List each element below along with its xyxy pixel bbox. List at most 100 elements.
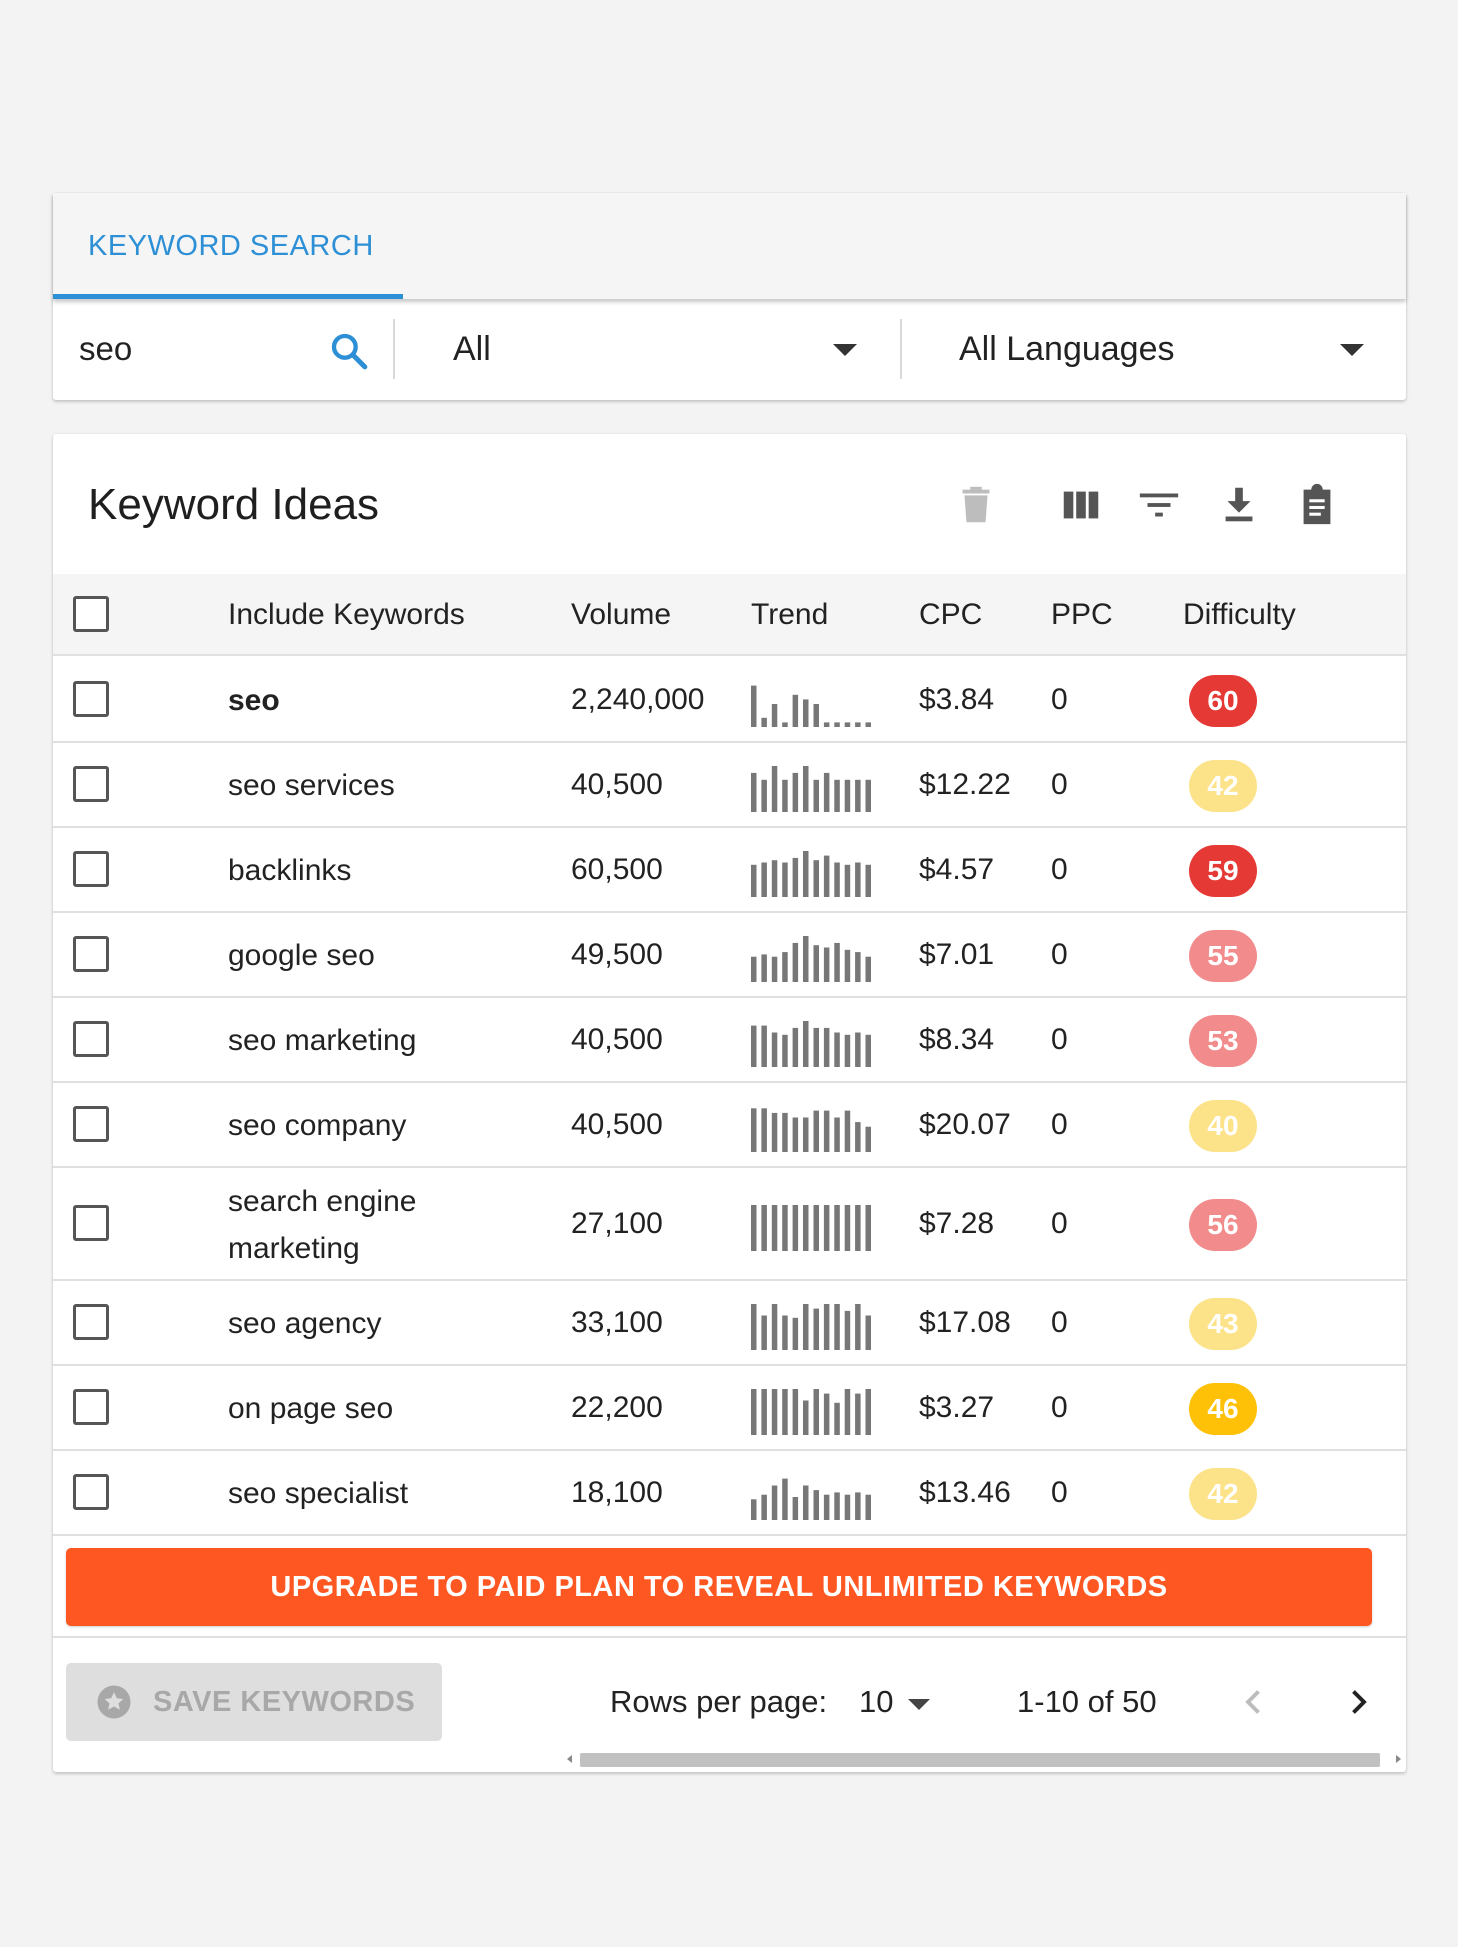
table-row[interactable]: backlinks 60,500 $4.57 0 59 — [53, 828, 1406, 913]
upgrade-button[interactable]: UPGRADE TO PAID PLAN TO REVEAL UNLIMITED… — [66, 1548, 1372, 1626]
row-checkbox[interactable] — [73, 850, 109, 887]
keyword-cell: seo services — [228, 768, 395, 802]
table-row[interactable]: seo services 40,500 $12.22 0 42 — [53, 743, 1406, 828]
table-row[interactable]: seo company 40,500 $20.07 0 40 — [53, 1083, 1406, 1168]
trend-bar — [803, 1400, 809, 1435]
keyword-cell: seo — [228, 683, 280, 717]
trend-bar — [865, 1204, 871, 1251]
difficulty-badge: 59 — [1189, 844, 1257, 897]
keyword-cell: backlinks — [228, 853, 352, 887]
trend-bar — [813, 1489, 819, 1520]
trend-bar — [761, 717, 767, 727]
language-chevron-down-icon[interactable] — [1340, 344, 1364, 356]
column-header-keyword[interactable]: Include Keywords — [228, 574, 465, 656]
row-checkbox[interactable] — [73, 765, 109, 802]
keyword-cell: google seo — [228, 938, 375, 972]
keyword-search-card: KEYWORD SEARCH seo All All Languages — [53, 193, 1406, 400]
trend-bar — [771, 859, 778, 897]
difficulty-badge: 46 — [1189, 1382, 1257, 1435]
keyword-cell: search engine marketing — [228, 1185, 417, 1265]
trend-bar — [813, 779, 819, 812]
column-header-cpc[interactable]: CPC — [919, 574, 982, 656]
trend-bar — [803, 1204, 809, 1251]
tab-active-indicator — [53, 294, 403, 299]
row-checkbox[interactable] — [73, 935, 109, 972]
trend-bar — [823, 1110, 830, 1152]
trend-bar — [823, 855, 830, 897]
table-row[interactable]: google seo 49,500 $7.01 0 55 — [53, 913, 1406, 998]
scroll-left-icon[interactable] — [567, 1755, 572, 1763]
keyword-cell: seo marketing — [228, 1023, 417, 1057]
trend-bar — [761, 1204, 767, 1251]
keyword-cell: seo agency — [228, 1306, 382, 1340]
column-header-trend[interactable]: Trend — [751, 574, 828, 656]
trend-bar — [751, 864, 757, 897]
row-checkbox[interactable] — [73, 1020, 109, 1057]
trend-bar — [823, 1494, 830, 1520]
delete-icon[interactable] — [953, 482, 999, 528]
table-row[interactable]: seo agency 33,100 $17.08 0 43 — [53, 1281, 1406, 1366]
trend-bar — [792, 857, 799, 897]
column-header-ppc[interactable]: PPC — [1051, 574, 1113, 656]
horizontal-scrollbar[interactable] — [564, 1750, 1404, 1768]
next-page-icon[interactable] — [1340, 1684, 1376, 1720]
cpc-cell: $4.57 — [919, 852, 995, 886]
keyword-ideas-card: Keyword Ideas Include Keywords Volume Tr… — [53, 434, 1406, 1772]
trend-bar — [751, 1107, 757, 1152]
row-checkbox[interactable] — [73, 1204, 109, 1241]
table-row[interactable]: on page seo 22,200 $3.27 0 46 — [53, 1366, 1406, 1451]
volume-cell: 40,500 — [571, 767, 663, 801]
trend-bar — [834, 1204, 840, 1251]
ppc-cell: 0 — [1051, 682, 1068, 716]
trend-bar — [782, 1204, 788, 1251]
footer-divider — [53, 1636, 1406, 1638]
trend-bar — [792, 1388, 799, 1435]
row-checkbox[interactable] — [73, 1473, 109, 1510]
volume-cell: 18,100 — [571, 1475, 663, 1509]
trend-bar — [844, 1310, 851, 1350]
select-all-checkbox[interactable] — [73, 596, 109, 632]
download-icon[interactable] — [1216, 482, 1262, 528]
difficulty-badge: 60 — [1189, 674, 1257, 727]
clipboard-icon[interactable] — [1294, 482, 1340, 528]
row-checkbox[interactable] — [73, 1105, 109, 1142]
trend-bar — [834, 721, 840, 727]
tab-keyword-search[interactable]: KEYWORD SEARCH — [53, 193, 403, 299]
trend-bar — [823, 772, 830, 812]
search-icon[interactable] — [329, 331, 369, 371]
table-row[interactable]: seo specialist 18,100 $13.46 0 42 — [53, 1451, 1406, 1536]
trend-bar — [823, 1393, 830, 1435]
trend-sparkline — [751, 1107, 871, 1152]
trend-bar — [761, 1107, 767, 1152]
table-row[interactable]: seo marketing 40,500 $8.34 0 53 — [53, 998, 1406, 1083]
trend-bar — [751, 685, 757, 727]
trend-bar — [834, 1402, 840, 1435]
volume-cell: 27,100 — [571, 1206, 663, 1240]
tab-keyword-search-label: KEYWORD SEARCH — [88, 230, 374, 262]
row-checkbox[interactable] — [73, 1303, 109, 1340]
column-header-difficulty[interactable]: Difficulty — [1183, 574, 1296, 656]
trend-bar — [782, 1112, 788, 1152]
rows-per-page-select[interactable]: 10 — [859, 1663, 893, 1741]
columns-icon[interactable] — [1058, 482, 1104, 528]
trend-sparkline — [751, 685, 871, 727]
scroll-right-icon[interactable] — [1396, 1755, 1401, 1763]
trend-bar — [771, 703, 778, 727]
rows-per-page-chevron-down-icon[interactable] — [908, 1699, 930, 1710]
trend-bar — [751, 772, 757, 812]
trend-bar — [834, 779, 840, 812]
column-header-volume[interactable]: Volume — [571, 574, 671, 656]
table-row[interactable]: seo 2,240,000 $3.84 0 60 — [53, 658, 1406, 743]
filter-icon[interactable] — [1136, 482, 1182, 528]
row-checkbox[interactable] — [73, 1388, 109, 1425]
row-checkbox[interactable] — [73, 680, 109, 717]
location-select[interactable]: All — [453, 299, 873, 400]
trend-bar — [771, 1303, 778, 1350]
language-select[interactable]: All Languages — [959, 299, 1379, 400]
save-keywords-button[interactable]: SAVE KEYWORDS — [66, 1663, 442, 1741]
trend-bar — [855, 1393, 861, 1435]
table-row[interactable]: search engine marketing 27,100 $7.28 0 56 — [53, 1168, 1406, 1281]
scrollbar-thumb[interactable] — [580, 1753, 1380, 1767]
previous-page-icon[interactable] — [1236, 1684, 1272, 1720]
location-chevron-down-icon[interactable] — [833, 344, 857, 356]
